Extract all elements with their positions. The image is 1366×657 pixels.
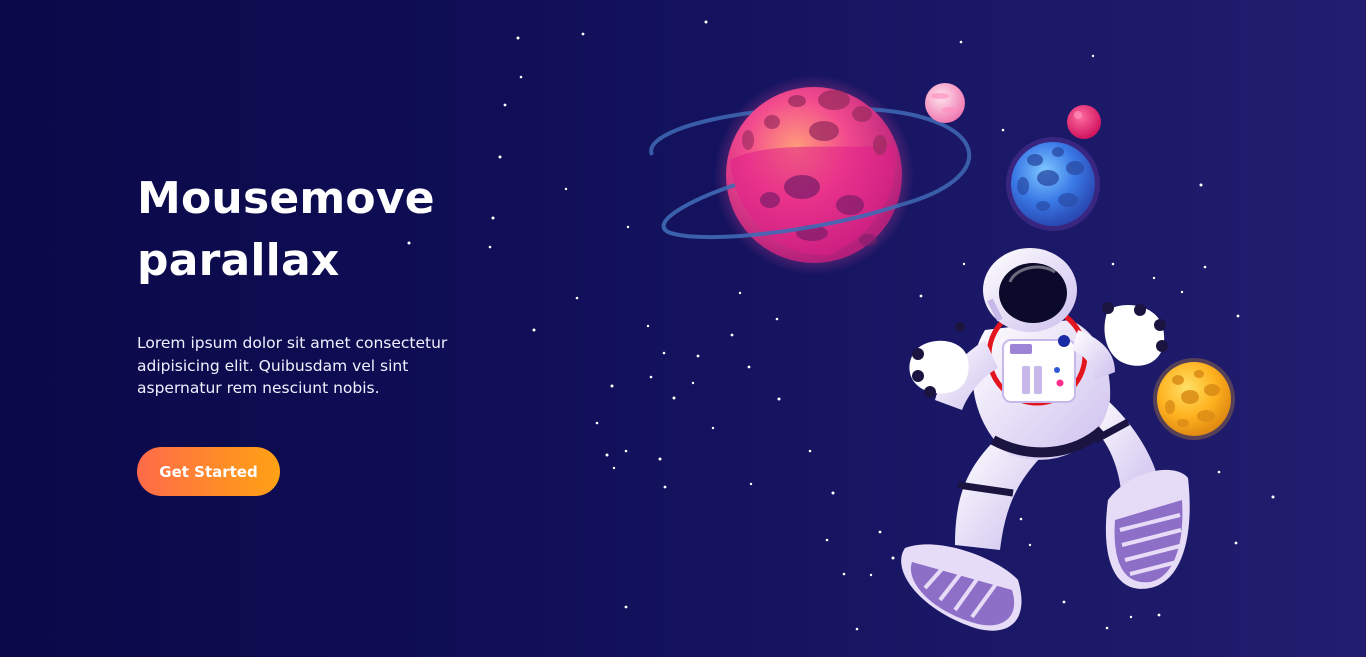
orange-planet-icon [1153, 358, 1235, 440]
get-started-button[interactable]: Get Started [137, 447, 280, 496]
small-pink-planet-icon [925, 83, 965, 123]
small-magenta-planet-icon [1067, 105, 1101, 139]
hero-description: Lorem ipsum dolor sit amet consectetur a… [137, 334, 448, 397]
ringed-planet-icon [649, 75, 972, 275]
hero-section: Mousemove parallax Lorem ipsum dolor sit… [0, 0, 1366, 657]
astronaut-icon [901, 248, 1190, 631]
blue-planet-icon [1006, 137, 1100, 231]
hero-title: Mousemove parallax [137, 173, 435, 286]
hero-text-block: Mousemove parallax Lorem ipsum dolor sit… [137, 168, 467, 400]
star-field [407, 20, 1275, 631]
